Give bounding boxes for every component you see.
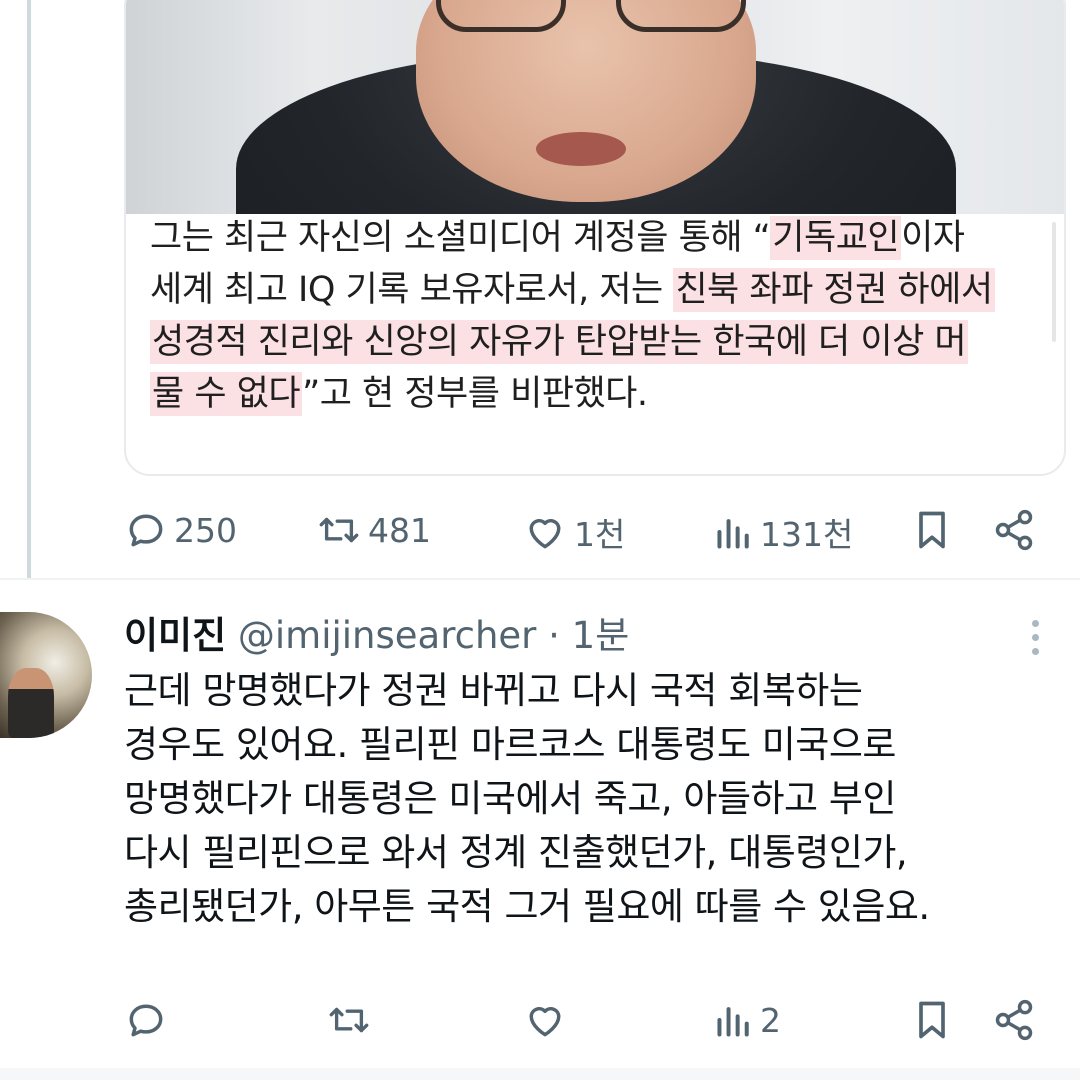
reply-icon bbox=[129, 1004, 163, 1037]
highlighted-text: 성경적 진리와 신앙의 자유가 탄압받는 한국에 더 이상 머 bbox=[150, 320, 969, 364]
bookmark-button[interactable] bbox=[912, 998, 952, 1042]
reply-icon bbox=[129, 514, 163, 547]
views-icon bbox=[717, 1007, 749, 1037]
reply-line: 망명했다가 대통령은 미국에서 죽고, 아들하고 부인 bbox=[124, 777, 896, 820]
bottom-edge bbox=[0, 1068, 1080, 1080]
repost-button[interactable]: 481 bbox=[316, 508, 431, 552]
post-action-bar: 250 481 1천 131천 bbox=[124, 500, 1044, 560]
views-icon bbox=[717, 519, 749, 549]
caption-text: 그는 최근 자신의 소셜미디어 계정을 통해 “ bbox=[150, 218, 771, 258]
caption-text: 이자 bbox=[901, 218, 965, 258]
caption-text: ”고 현 정부를 비판했다. bbox=[302, 374, 648, 414]
post-divider bbox=[0, 578, 1080, 580]
caption-line: 물 수 없다”고 현 정부를 비판했다. bbox=[150, 368, 1050, 420]
views-button[interactable]: 131천 bbox=[714, 508, 853, 556]
like-button[interactable]: 1천 bbox=[522, 508, 625, 556]
reply-text: 근데 망명했다가 정권 바뀌고 다시 국적 회복하는 경우도 있어요. 필리핀 … bbox=[124, 664, 1054, 934]
more-icon[interactable] bbox=[1032, 620, 1040, 662]
share-icon bbox=[995, 509, 1033, 551]
reply-line: 다시 필리핀으로 와서 정계 진출했던가, 대통령인가, bbox=[124, 831, 908, 874]
share-button[interactable] bbox=[992, 998, 1036, 1042]
reply-button[interactable] bbox=[124, 998, 174, 1042]
reply-line: 근데 망명했다가 정권 바뀌고 다시 국적 회복하는 bbox=[124, 669, 863, 712]
reply-count: 250 bbox=[174, 510, 237, 550]
highlighted-text: 물 수 없다 bbox=[150, 372, 303, 416]
card-scrollbar[interactable] bbox=[1052, 222, 1056, 342]
article-photo bbox=[126, 0, 1064, 214]
views-count: 131천 bbox=[760, 515, 854, 554]
caption-line: 세계 최고 IQ 기록 보유자로서, 저는 친북 좌파 정권 하에서 bbox=[150, 264, 1050, 316]
avatar[interactable] bbox=[0, 612, 92, 738]
repost-count: 481 bbox=[368, 510, 431, 550]
author-name[interactable]: 이미진 bbox=[124, 614, 226, 657]
author-handle[interactable]: @imijinsearcher bbox=[238, 614, 537, 657]
post-time[interactable]: · 1분 bbox=[548, 614, 629, 657]
like-button[interactable] bbox=[522, 998, 574, 1042]
caption-text: 세계 최고 IQ 기록 보유자로서, 저는 bbox=[150, 270, 674, 310]
caption-line: 그는 최근 자신의 소셜미디어 계정을 통해 “기독교인이자 bbox=[150, 212, 1050, 264]
thread-connector-line bbox=[27, 0, 31, 578]
like-icon bbox=[529, 1007, 561, 1037]
reply-line: 총리됐던가, 아무튼 국적 그거 필요에 따를 수 있음요. bbox=[124, 885, 930, 928]
like-icon bbox=[529, 519, 561, 549]
bookmark-button[interactable] bbox=[912, 508, 952, 552]
bookmark-icon bbox=[919, 1001, 945, 1039]
bookmark-icon bbox=[919, 511, 945, 549]
highlighted-text: 친북 좌파 정권 하에서 bbox=[673, 268, 995, 312]
reply-header: 이미진 @imijinsearcher · 1분 bbox=[124, 610, 629, 662]
caption-line: 성경적 진리와 신앙의 자유가 탄압받는 한국에 더 이상 머 bbox=[150, 316, 1050, 368]
repost-icon bbox=[329, 1007, 369, 1033]
reply-action-bar: 2 bbox=[124, 990, 1044, 1050]
share-icon bbox=[995, 999, 1033, 1041]
reply-line: 경우도 있어요. 필리핀 마르코스 대통령도 미국으로 bbox=[124, 723, 896, 766]
repost-button[interactable] bbox=[326, 998, 378, 1042]
article-caption: 그는 최근 자신의 소셜미디어 계정을 통해 “기독교인이자 세계 최고 IQ 기… bbox=[150, 212, 1050, 420]
views-count: 2 bbox=[760, 1000, 781, 1040]
highlighted-text: 기독교인 bbox=[770, 216, 902, 260]
embedded-article-card[interactable]: 그는 최근 자신의 소셜미디어 계정을 통해 “기독교인이자 세계 최고 IQ 기… bbox=[124, 0, 1066, 476]
reply-button[interactable]: 250 bbox=[124, 508, 237, 552]
repost-icon bbox=[319, 517, 359, 543]
views-button[interactable]: 2 bbox=[714, 998, 781, 1042]
share-button[interactable] bbox=[992, 508, 1036, 552]
like-count: 1천 bbox=[574, 515, 626, 554]
